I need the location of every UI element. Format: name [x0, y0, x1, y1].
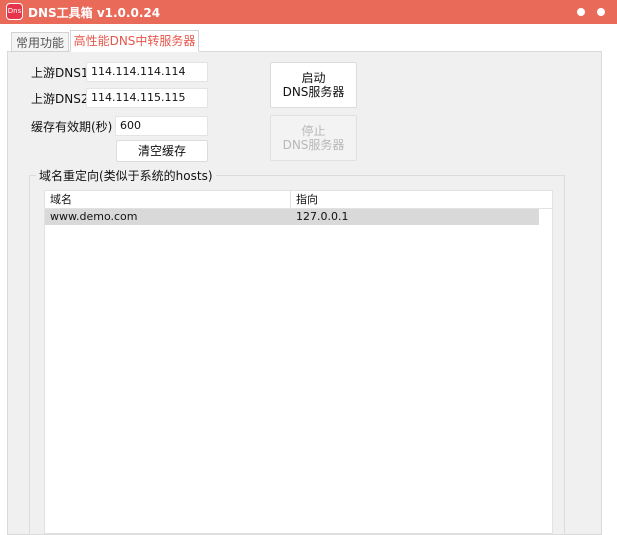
table-header: 域名 指向	[45, 191, 552, 209]
stop-button-line-1: 停止	[301, 124, 326, 138]
close-button[interactable]	[597, 8, 605, 16]
cache-ttl-input[interactable]: 600	[115, 116, 208, 136]
row-domain-cell[interactable]: www.demo.com	[45, 209, 291, 225]
domain-redirect-table[interactable]: 域名 指向 www.demo.com 127.0.0.1	[44, 190, 553, 534]
start-button-line-2: DNS服务器	[282, 85, 345, 99]
minimize-button[interactable]	[577, 8, 585, 16]
window-title: DNS工具箱 v1.0.0.24	[28, 6, 161, 20]
cache-ttl-label: 缓存有效期(秒)	[31, 120, 113, 134]
title-bar[interactable]: Dns DNS工具箱 v1.0.0.24	[0, 0, 617, 24]
stop-button-line-2: DNS服务器	[282, 138, 345, 152]
dns1-input[interactable]: 114.114.114.114	[86, 62, 208, 82]
dns1-label: 上游DNS1:	[31, 66, 93, 80]
tab-common-functions[interactable]: 常用功能	[11, 32, 69, 52]
dns2-label: 上游DNS2:	[31, 92, 93, 106]
start-dns-server-button[interactable]: 启动 DNS服务器	[270, 62, 357, 108]
column-header-domain[interactable]: 域名	[45, 191, 291, 208]
dns2-input[interactable]: 114.114.115.115	[86, 88, 208, 108]
row-target-cell[interactable]: 127.0.0.1	[291, 209, 539, 225]
stop-dns-server-button[interactable]: 停止 DNS服务器	[270, 115, 357, 161]
app-logo-text: Dns	[7, 7, 22, 15]
domain-redirect-group-title: 域名重定向(类似于系统的hosts)	[36, 167, 216, 184]
tab-dns-relay-server[interactable]: 高性能DNS中转服务器	[70, 30, 199, 52]
column-header-target[interactable]: 指向	[291, 191, 539, 208]
table-row[interactable]: www.demo.com 127.0.0.1	[45, 209, 539, 225]
app-logo: Dns	[6, 3, 23, 20]
clear-cache-button[interactable]: 清空缓存	[116, 140, 208, 162]
start-button-line-1: 启动	[301, 71, 326, 85]
